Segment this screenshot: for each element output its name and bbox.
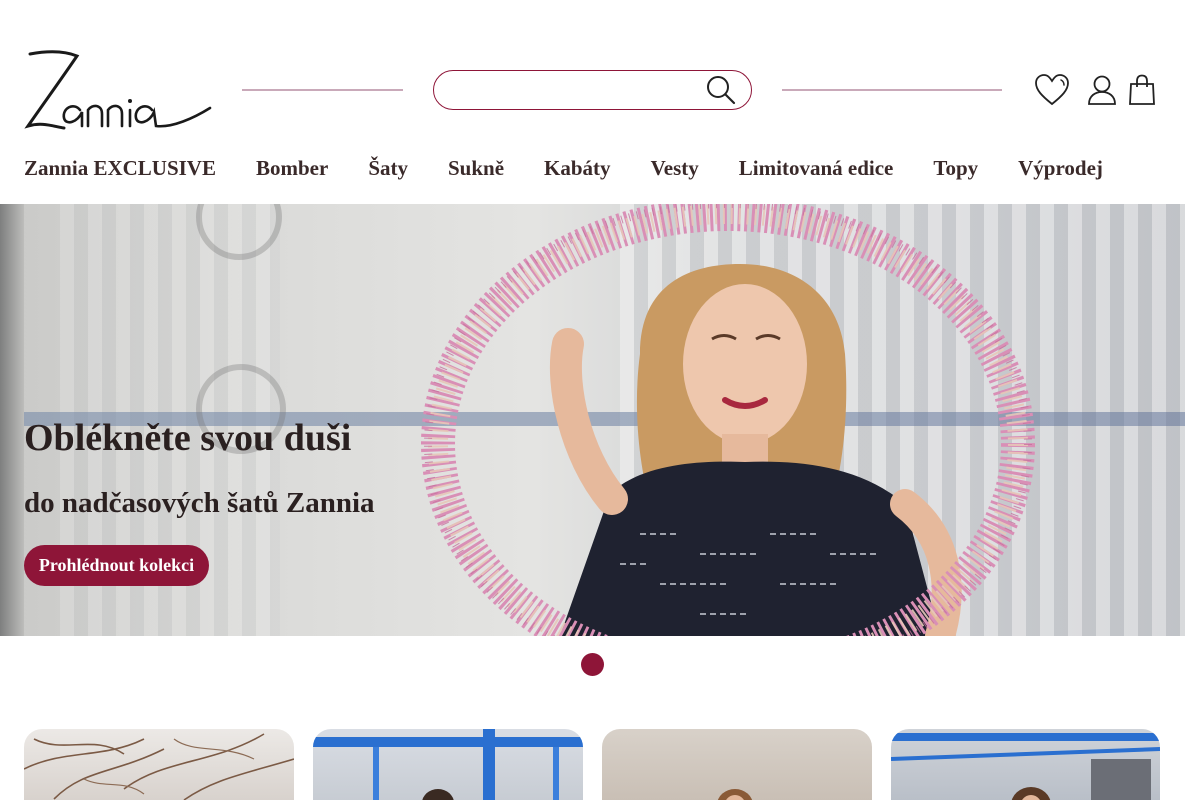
nav-more-icon[interactable]	[1138, 155, 1158, 179]
zannia-logo[interactable]	[22, 48, 214, 134]
nav-item-sukne[interactable]: Sukně	[448, 156, 504, 181]
category-card-image	[24, 733, 294, 800]
wishlist-button[interactable]	[1032, 70, 1072, 110]
nav-item-vyprodej[interactable]: Výprodej	[1018, 156, 1103, 181]
category-card[interactable]	[24, 729, 294, 800]
nav-item-zannia-exclusive[interactable]: Zannia EXCLUSIVE	[24, 156, 216, 181]
search-bar	[433, 70, 752, 110]
heart-icon	[1035, 74, 1069, 106]
search-icon	[707, 76, 736, 105]
nav-item-topy[interactable]: Topy	[933, 156, 978, 181]
main-navigation: Zannia EXCLUSIVE Bomber Šaty Sukně Kabát…	[24, 152, 1143, 184]
decorative-line-left	[242, 89, 403, 91]
hero-subtitle: do nadčasových šatů Zannia	[24, 487, 375, 519]
nav-item-saty[interactable]: Šaty	[368, 156, 408, 181]
hero-title: Oblékněte svou duši	[24, 417, 352, 459]
nav-item-limitovana-edice[interactable]: Limitovaná edice	[739, 156, 894, 181]
category-card-image	[891, 733, 1160, 800]
category-card-image	[313, 729, 583, 800]
shopping-bag-icon	[1129, 74, 1155, 105]
view-collection-button[interactable]: Prohlédnout kolekci	[24, 545, 209, 586]
decorative-line-right	[782, 89, 1002, 91]
cart-button[interactable]	[1124, 70, 1160, 110]
category-card[interactable]	[891, 729, 1160, 800]
search-button[interactable]	[703, 73, 739, 107]
slider-dot-active[interactable]	[581, 653, 604, 676]
category-card[interactable]	[313, 729, 583, 800]
user-icon	[1088, 75, 1116, 105]
category-card-image	[717, 789, 753, 800]
search-input[interactable]	[450, 77, 700, 103]
account-button[interactable]	[1084, 70, 1120, 110]
nav-item-vesty[interactable]: Vesty	[651, 156, 699, 181]
category-card[interactable]	[602, 729, 872, 800]
nav-item-kabaty[interactable]: Kabáty	[544, 156, 611, 181]
nav-item-bomber[interactable]: Bomber	[256, 156, 328, 181]
